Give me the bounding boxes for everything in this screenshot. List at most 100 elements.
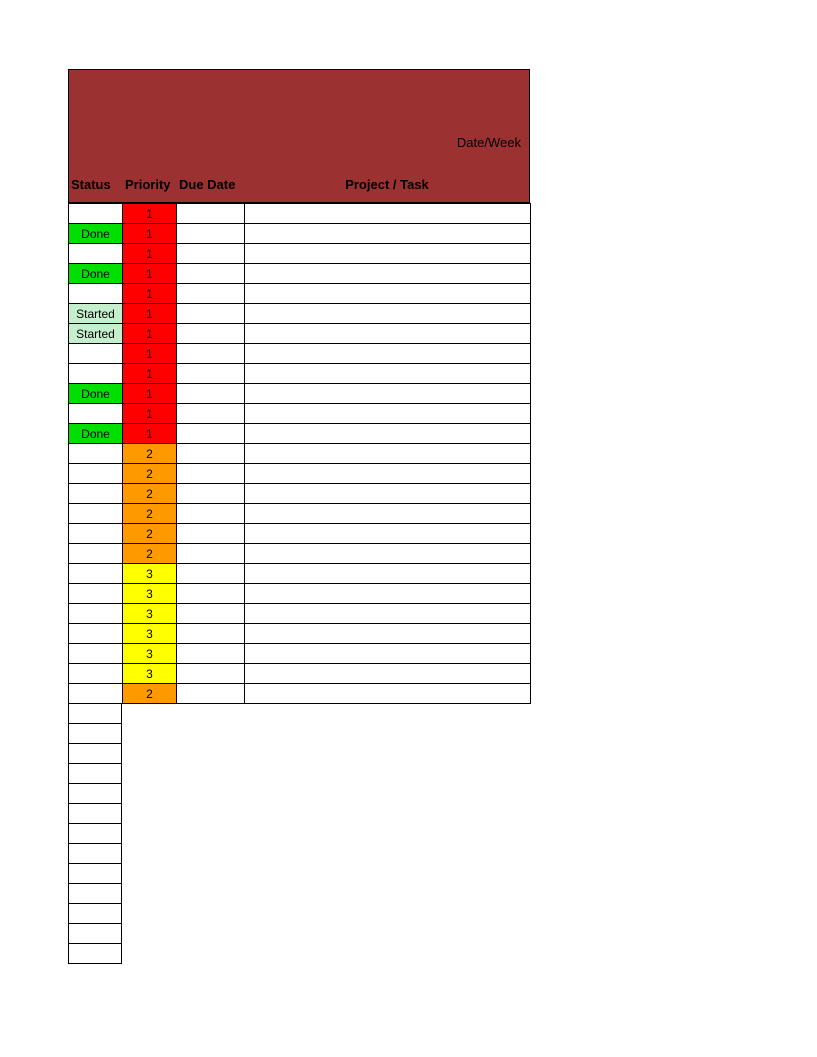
priority-cell[interactable]: 2 [123,544,177,564]
status-cell[interactable]: Done [69,264,123,284]
status-cell[interactable] [69,524,123,544]
status-cell[interactable] [69,244,123,264]
priority-cell[interactable]: 1 [123,264,177,284]
status-cell[interactable] [69,604,123,624]
project-task-cell[interactable] [245,344,531,364]
priority-cell[interactable]: 1 [123,244,177,264]
priority-cell[interactable]: 3 [123,584,177,604]
project-task-cell[interactable] [245,664,531,684]
status-cell[interactable]: Started [69,324,123,344]
project-task-cell[interactable] [245,604,531,624]
empty-cell[interactable] [68,784,122,804]
due-date-cell[interactable] [177,264,245,284]
priority-cell[interactable]: 2 [123,684,177,704]
priority-cell[interactable]: 3 [123,664,177,684]
status-cell[interactable]: Done [69,224,123,244]
status-cell[interactable] [69,464,123,484]
priority-cell[interactable]: 1 [123,424,177,444]
priority-cell[interactable]: 1 [123,304,177,324]
project-task-cell[interactable] [245,224,531,244]
due-date-cell[interactable] [177,304,245,324]
due-date-cell[interactable] [177,484,245,504]
due-date-cell[interactable] [177,604,245,624]
due-date-cell[interactable] [177,404,245,424]
status-cell[interactable] [69,504,123,524]
project-task-cell[interactable] [245,404,531,424]
due-date-cell[interactable] [177,324,245,344]
priority-cell[interactable]: 3 [123,564,177,584]
status-cell[interactable] [69,564,123,584]
status-cell[interactable] [69,584,123,604]
status-cell[interactable] [69,364,123,384]
project-task-cell[interactable] [245,264,531,284]
priority-cell[interactable]: 1 [123,384,177,404]
empty-cell[interactable] [68,804,122,824]
priority-cell[interactable]: 1 [123,204,177,224]
priority-cell[interactable]: 2 [123,504,177,524]
priority-cell[interactable]: 3 [123,624,177,644]
priority-cell[interactable]: 1 [123,364,177,384]
project-task-cell[interactable] [245,524,531,544]
due-date-cell[interactable] [177,564,245,584]
due-date-cell[interactable] [177,664,245,684]
due-date-cell[interactable] [177,644,245,664]
status-cell[interactable] [69,284,123,304]
status-cell[interactable] [69,624,123,644]
due-date-cell[interactable] [177,624,245,644]
project-task-cell[interactable] [245,364,531,384]
empty-cell[interactable] [68,924,122,944]
project-task-cell[interactable] [245,424,531,444]
status-cell[interactable]: Done [69,424,123,444]
priority-cell[interactable]: 1 [123,344,177,364]
due-date-cell[interactable] [177,344,245,364]
status-cell[interactable]: Started [69,304,123,324]
due-date-cell[interactable] [177,444,245,464]
status-cell[interactable]: Done [69,384,123,404]
due-date-cell[interactable] [177,464,245,484]
empty-cell[interactable] [68,844,122,864]
project-task-cell[interactable] [245,584,531,604]
empty-cell[interactable] [68,864,122,884]
empty-cell[interactable] [68,824,122,844]
status-cell[interactable] [69,644,123,664]
project-task-cell[interactable] [245,304,531,324]
empty-cell[interactable] [68,724,122,744]
project-task-cell[interactable] [245,284,531,304]
project-task-cell[interactable] [245,204,531,224]
priority-cell[interactable]: 1 [123,404,177,424]
empty-cell[interactable] [68,904,122,924]
priority-cell[interactable]: 2 [123,464,177,484]
empty-cell[interactable] [68,764,122,784]
status-cell[interactable] [69,204,123,224]
status-cell[interactable] [69,544,123,564]
due-date-cell[interactable] [177,424,245,444]
priority-cell[interactable]: 2 [123,524,177,544]
project-task-cell[interactable] [245,644,531,664]
priority-cell[interactable]: 1 [123,284,177,304]
project-task-cell[interactable] [245,564,531,584]
project-task-cell[interactable] [245,684,531,704]
status-cell[interactable] [69,484,123,504]
priority-cell[interactable]: 1 [123,224,177,244]
priority-cell[interactable]: 3 [123,604,177,624]
due-date-cell[interactable] [177,204,245,224]
due-date-cell[interactable] [177,364,245,384]
due-date-cell[interactable] [177,584,245,604]
due-date-cell[interactable] [177,524,245,544]
project-task-cell[interactable] [245,444,531,464]
due-date-cell[interactable] [177,224,245,244]
status-cell[interactable] [69,404,123,424]
status-cell[interactable] [69,344,123,364]
project-task-cell[interactable] [245,384,531,404]
project-task-cell[interactable] [245,324,531,344]
project-task-cell[interactable] [245,244,531,264]
priority-cell[interactable]: 2 [123,444,177,464]
due-date-cell[interactable] [177,244,245,264]
project-task-cell[interactable] [245,484,531,504]
status-cell[interactable] [69,444,123,464]
priority-cell[interactable]: 1 [123,324,177,344]
empty-cell[interactable] [68,744,122,764]
priority-cell[interactable]: 3 [123,644,177,664]
due-date-cell[interactable] [177,284,245,304]
empty-cell[interactable] [68,944,122,964]
